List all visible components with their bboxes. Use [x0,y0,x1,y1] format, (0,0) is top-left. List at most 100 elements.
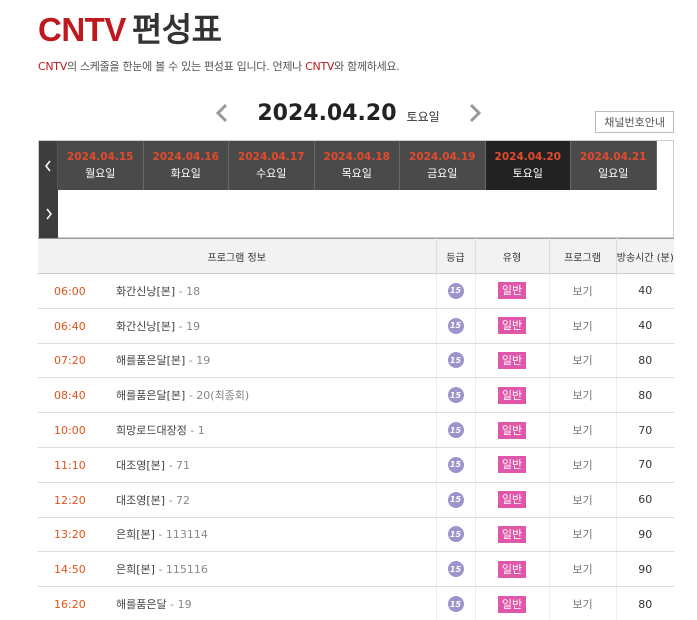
view-link[interactable]: 보기 [572,424,592,437]
program-name[interactable]: 해를품은달 [116,598,167,611]
day-tab-date: 2024.04.19 [409,150,476,163]
program-view-cell: 보기 [549,343,617,379]
program-view-cell: 보기 [549,586,617,620]
program-name[interactable]: 화간신낭[본] [116,285,175,298]
duration-value: 80 [638,597,653,611]
next-date-button[interactable] [464,98,486,128]
table-row: 07:20 해를품은달[본] - 19 15 일반 보기 80 [38,343,674,379]
view-link[interactable]: 보기 [572,459,592,472]
type-badge: 일반 [497,595,527,613]
duration-value: 80 [638,388,653,402]
program-time: 13:20 [54,528,86,542]
program-name[interactable]: 해를품은달[본] [116,389,185,402]
type-cell: 일반 [475,377,550,414]
program-cell: 14:50 은희[본] - 115116 [38,551,437,588]
program-name[interactable]: 은희[본] [116,528,155,541]
subtitle-brand-2: CNTV [305,60,335,73]
view-link[interactable]: 보기 [572,320,592,333]
day-tab[interactable]: 2024.04.16 화요일 [143,141,229,190]
grade-cell: 15 [436,551,476,588]
program-episode: - 20(최종회) [185,389,250,403]
day-tab-date: 2024.04.21 [580,150,647,163]
view-link[interactable]: 보기 [572,389,592,402]
day-tab[interactable]: 2024.04.20 토요일 [485,141,571,190]
program-view-cell: 보기 [549,273,617,309]
program-episode: - 115116 [154,563,208,577]
program-name[interactable]: 해를품은달[본] [116,354,185,367]
grade-15-icon: 15 [447,491,464,508]
program-time: 16:20 [54,598,86,612]
program-time: 12:20 [54,493,86,507]
day-tab-date: 2024.04.17 [238,150,305,163]
day-tab[interactable]: 2024.04.17 수요일 [229,141,315,190]
schedule-table: 프로그램 정보 등급 유형 프로그램 방송시간 (분) 06:00 화간신낭[본]… [38,238,674,620]
tabs-next-button[interactable] [39,190,58,238]
grade-cell: 15 [436,482,476,518]
type-badge: 일반 [497,491,527,509]
header-program-info: 프로그램 정보 [38,238,437,274]
type-badge: 일반 [497,525,527,543]
program-cell: 16:20 해를품은달 - 19 [38,586,437,620]
day-tab-weekday: 토요일 [512,166,543,180]
day-tab-weekday: 화요일 [170,166,201,180]
program-cell: 06:40 화간신낭[본] - 19 [38,308,437,344]
program-name[interactable]: 대조영[본] [116,494,165,507]
view-link[interactable]: 보기 [572,354,592,367]
day-tab[interactable]: 2024.04.18 목요일 [314,141,400,190]
program-episode: - 19 [166,598,192,612]
day-tab[interactable]: 2024.04.19 금요일 [400,141,486,190]
view-link[interactable]: 보기 [572,563,592,576]
duration-value: 90 [638,527,653,541]
duration-cell: 80 [616,343,674,379]
duration-cell: 90 [616,551,674,588]
view-link[interactable]: 보기 [572,285,592,298]
day-tab[interactable]: 2024.04.15 월요일 [58,141,144,190]
page-subtitle: CNTV의 스케줄을 한눈에 볼 수 있는 편성표 입니다. 언제나 CNTV와… [38,58,400,74]
type-badge: 일반 [497,560,527,578]
view-link[interactable]: 보기 [572,494,592,507]
grade-cell: 15 [436,586,476,620]
view-link[interactable]: 보기 [572,598,592,611]
channel-info-button[interactable]: 채널번호안내 [595,111,674,133]
view-link[interactable]: 보기 [572,528,592,541]
type-cell: 일반 [475,273,550,309]
program-episode: - 113114 [154,528,208,542]
program-name[interactable]: 은희[본] [116,563,155,576]
duration-cell: 40 [616,308,674,344]
day-tab[interactable]: 2024.04.21 일요일 [571,141,657,190]
type-badge: 일반 [497,386,527,404]
program-view-cell: 보기 [549,551,617,588]
grade-cell: 15 [436,517,476,553]
day-tab-date: 2024.04.18 [323,150,390,163]
program-time: 08:40 [54,389,86,403]
chevron-right-icon [469,103,481,123]
prev-date-button[interactable] [211,98,233,128]
table-row: 16:20 해를품은달 - 19 15 일반 보기 80 [38,586,674,620]
program-name[interactable]: 화간신낭[본] [116,320,175,333]
subtitle-post: 와 함께하세요. [334,60,400,73]
program-cell: 07:20 해를품은달[본] - 19 [38,343,437,379]
grade-cell: 15 [436,343,476,379]
header-duration: 방송시간 (분) [616,238,674,274]
day-tab-date: 2024.04.20 [494,150,561,163]
type-badge: 일반 [497,456,527,474]
day-tabs: 2024.04.15 월요일 2024.04.16 화요일 2024.04.17 수요일 2… [58,141,657,190]
chevron-right-icon [45,208,52,220]
program-name[interactable]: 희망로드대장정 [116,424,187,437]
current-date: 2024.04.20 [257,100,397,126]
table-row: 10:00 희망로드대장정 - 1 15 일반 보기 70 [38,412,674,448]
grade-15-icon: 15 [447,387,464,404]
program-episode: - 19 [185,354,211,368]
program-view-cell: 보기 [549,482,617,518]
program-episode: - 72 [165,493,191,507]
program-name[interactable]: 대조영[본] [116,459,165,472]
date-navigator: 2024.04.20 토요일 [0,98,697,132]
program-cell: 06:00 화간신낭[본] - 18 [38,273,437,309]
day-tab-weekday: 금요일 [427,166,458,180]
duration-value: 60 [638,493,653,507]
duration-value: 90 [638,562,653,576]
duration-cell: 90 [616,517,674,553]
tabs-prev-button[interactable] [39,141,58,190]
table-row: 11:10 대조영[본] - 71 15 일반 보기 70 [38,447,674,483]
program-view-cell: 보기 [549,412,617,448]
